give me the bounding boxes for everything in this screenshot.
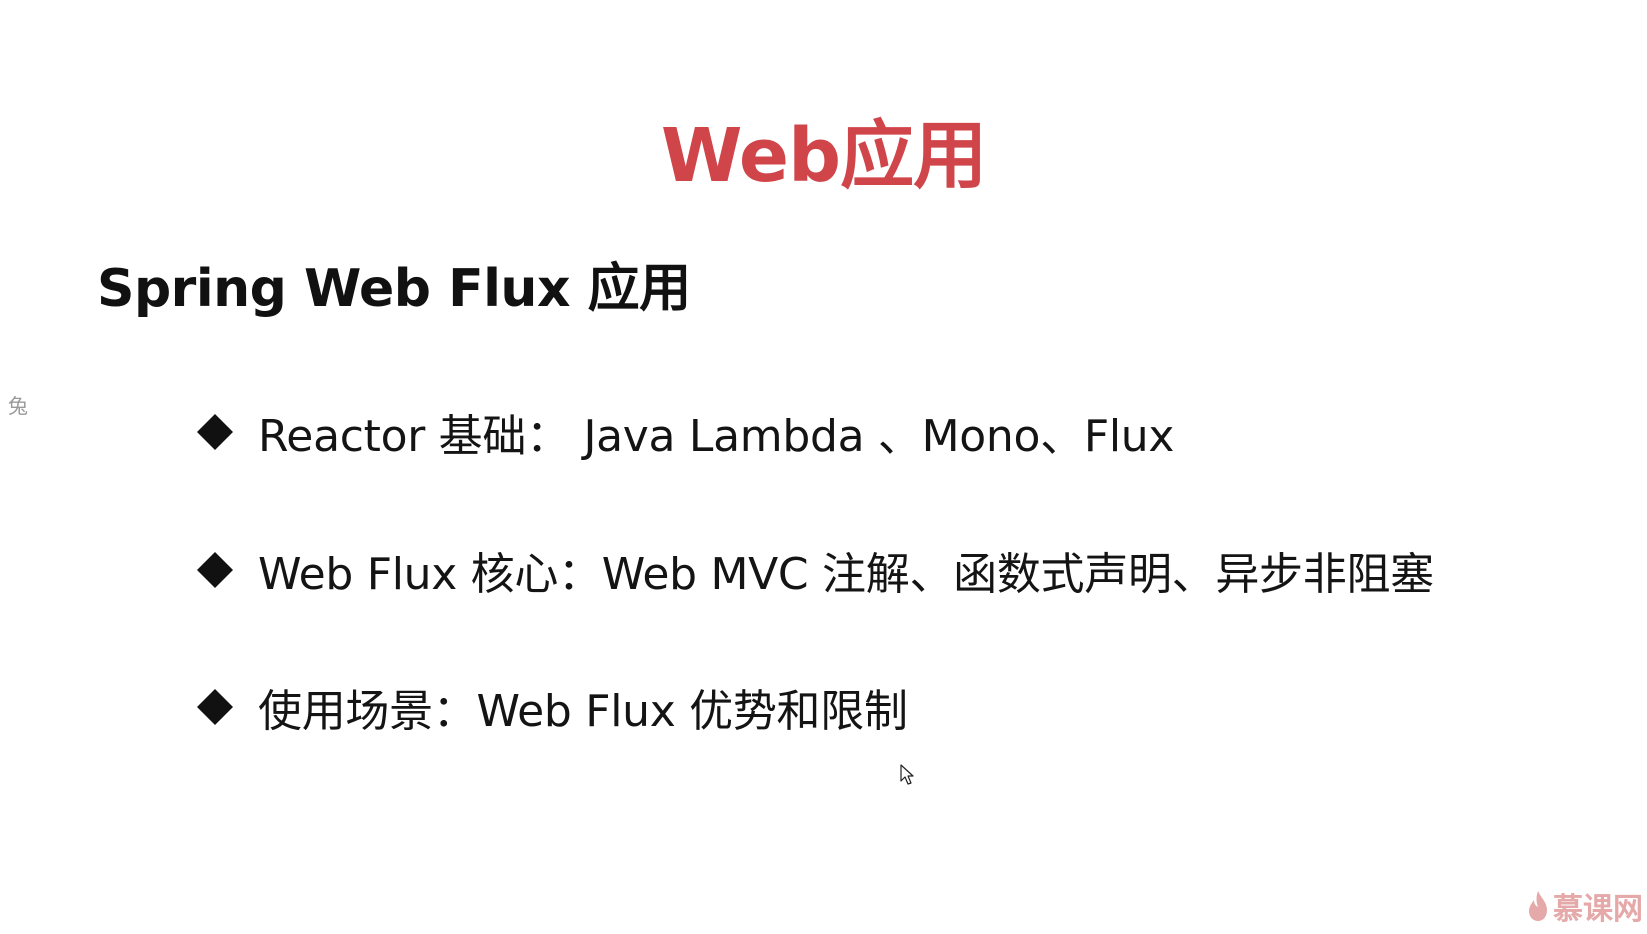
list-item: 使用场景：Web Flux 优势和限制 (196, 675, 908, 739)
watermark-text: 慕课网 (1553, 892, 1643, 927)
side-glyph: 兔 (8, 394, 28, 418)
list-item: Reactor 基础： Java Lambda 、Mono、Flux (196, 400, 1174, 464)
mouse-pointer-icon (900, 764, 914, 785)
bullet-text: Reactor 基础： Java Lambda 、Mono、Flux (258, 411, 1175, 462)
diamond-icon (197, 689, 233, 725)
bullet-text: Web Flux 核心：Web MVC 注解、函数式声明、异步非阻塞 (258, 549, 1434, 600)
slide-title: Web应用 (660, 113, 987, 199)
diamond-icon (197, 552, 233, 588)
list-item: Web Flux 核心：Web MVC 注解、函数式声明、异步非阻塞 (196, 538, 1434, 602)
diamond-icon (197, 414, 233, 450)
watermark: 慕课网 (1527, 884, 1643, 928)
flame-icon (1529, 891, 1547, 921)
slide-subtitle: Spring Web Flux 应用 (97, 259, 691, 319)
slide: Web应用 Spring Web Flux 应用 兔 Reactor 基础： J… (0, 0, 1647, 934)
bullet-text: 使用场景：Web Flux 优势和限制 (258, 686, 908, 737)
